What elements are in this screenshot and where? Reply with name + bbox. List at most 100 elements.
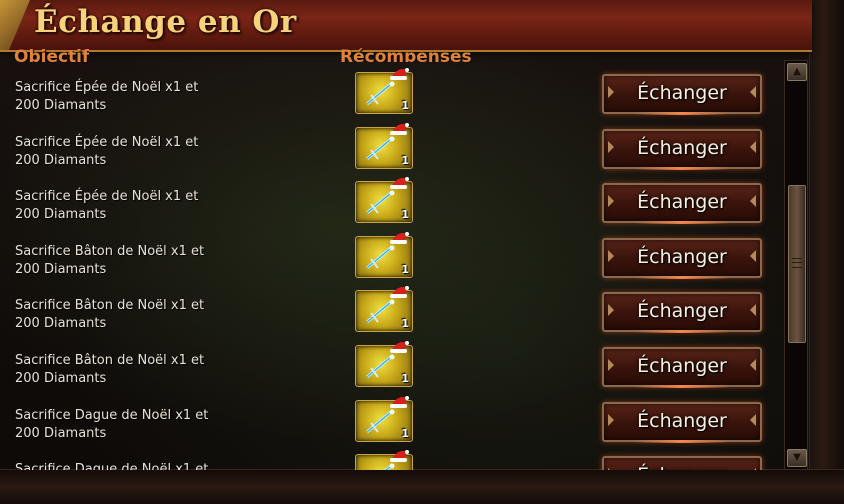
objective-text: Sacrifice Épée de Noël x1 et 200 Diamant…: [15, 79, 315, 115]
exchange-button-label: Échanger: [637, 300, 727, 323]
column-header-rewards: Récompenses: [340, 47, 472, 62]
reward-slot[interactable]: 1: [355, 122, 413, 169]
button-right-arrow-icon: [750, 249, 756, 262]
reward-slot[interactable]: 1: [355, 450, 413, 470]
window-title: Échange en Or: [34, 4, 297, 40]
column-header-objective: Objectif: [14, 47, 90, 62]
christmas-hat-icon: [390, 177, 409, 190]
christmas-hat-icon: [390, 68, 409, 80]
objective-line1: Sacrifice Bâton de Noël x1 et: [15, 298, 205, 314]
exchange-button[interactable]: Échanger: [602, 456, 762, 470]
exchange-button[interactable]: Échanger: [602, 292, 762, 334]
objective-line2: 200 Diamants: [15, 98, 107, 113]
objective-line1: Sacrifice Dague de Noël x1 et: [15, 407, 209, 423]
button-left-arrow-icon: [608, 359, 614, 371]
button-left-arrow-icon: [608, 413, 614, 426]
window-bottom-border: [0, 469, 844, 504]
objective-text: Sacrifice Épée de Noël x1 et 200 Diamant…: [15, 134, 315, 170]
christmas-hat-icon: [390, 395, 409, 408]
christmas-hat-icon: [390, 341, 409, 353]
christmas-hat-icon: [390, 286, 409, 299]
scroll-up-arrow-icon[interactable]: ▲: [787, 63, 807, 81]
reward-slot[interactable]: 1: [355, 395, 413, 442]
objective-line2: 200 Diamants: [15, 207, 107, 223]
scrollbar[interactable]: ▲ ▼: [784, 60, 808, 470]
button-glow: [634, 221, 730, 225]
reward-slot[interactable]: 1: [355, 68, 413, 114]
exchange-button-label: Échanger: [637, 136, 727, 159]
button-right-arrow-icon: [750, 195, 756, 208]
scroll-down-arrow-icon[interactable]: ▼: [787, 449, 807, 467]
exchange-row: Sacrifice Épée de Noël x1 et 200 Diamant…: [0, 175, 780, 230]
title-ornament: [0, 0, 30, 50]
reward-slot[interactable]: 1: [355, 286, 413, 333]
objective-text: Sacrifice Épée de Noël x1 et 200 Diamant…: [15, 188, 315, 224]
christmas-weapon-icon: [366, 81, 395, 106]
objective-line1: Sacrifice Dague de Noël x1 et: [15, 462, 209, 470]
button-glow: [634, 112, 730, 115]
exchange-button[interactable]: Échanger: [602, 237, 762, 279]
button-left-arrow-icon: [608, 304, 614, 317]
button-glow: [634, 166, 730, 170]
objective-text: Sacrifice Bâton de Noël x1 et 200 Diaman…: [15, 352, 315, 388]
exchange-button-label: Échanger: [637, 409, 727, 432]
objective-line1: Sacrifice Bâton de Noël x1 et: [15, 353, 205, 368]
button-left-arrow-icon: [608, 468, 614, 470]
button-glow: [634, 385, 730, 388]
objective-text: Sacrifice Bâton de Noël x1 et 200 Diaman…: [15, 297, 315, 333]
christmas-weapon-icon: [366, 245, 395, 269]
exchange-row: Sacrifice Dague de Noël x1 et 200 Diaman…: [0, 448, 780, 470]
button-glow: [634, 439, 730, 443]
exchange-button[interactable]: Échanger: [602, 347, 762, 388]
objective-line2: 200 Diamants: [15, 316, 107, 332]
objective-line1: Sacrifice Bâton de Noël x1 et: [15, 243, 205, 259]
scrollbar-thumb[interactable]: [788, 185, 806, 343]
objective-line1: Sacrifice Épée de Noël x1 et: [15, 134, 199, 150]
reward-quantity: 1: [401, 372, 409, 385]
objective-line2: 200 Diamants: [15, 152, 107, 168]
reward-quantity: 1: [401, 317, 409, 331]
objective-line2: 200 Diamants: [15, 371, 107, 386]
christmas-weapon-icon: [366, 190, 395, 215]
reward-quantity: 1: [401, 208, 409, 222]
exchange-button[interactable]: Échanger: [602, 128, 762, 170]
exchange-button-label: Échanger: [637, 245, 727, 268]
button-right-arrow-icon: [750, 468, 756, 470]
exchange-row: Sacrifice Bâton de Noël x1 et 200 Diaman…: [0, 339, 780, 394]
exchange-row: Sacrifice Épée de Noël x1 et 200 Diamant…: [0, 66, 780, 121]
exchange-button[interactable]: Échanger: [602, 401, 762, 443]
reward-slot[interactable]: 1: [355, 177, 413, 224]
exchange-button[interactable]: Échanger: [602, 74, 762, 115]
exchange-button-label: Échanger: [637, 464, 727, 470]
objective-line1: Sacrifice Épée de Noël x1 et: [15, 80, 199, 95]
christmas-hat-icon: [390, 231, 409, 244]
button-glow: [634, 330, 730, 334]
objective-line2: 200 Diamants: [15, 261, 107, 277]
exchange-list: Sacrifice Épée de Noël x1 et 200 Diamant…: [0, 66, 780, 470]
reward-quantity: 1: [401, 426, 409, 440]
exchange-row: Sacrifice Épée de Noël x1 et 200 Diamant…: [0, 121, 780, 176]
christmas-weapon-icon: [366, 136, 395, 160]
button-left-arrow-icon: [608, 195, 614, 208]
exchange-row: Sacrifice Bâton de Noël x1 et 200 Diaman…: [0, 230, 780, 285]
christmas-weapon-icon: [366, 354, 395, 379]
objective-text: Sacrifice Bâton de Noël x1 et 200 Diaman…: [15, 243, 315, 279]
christmas-hat-icon: [390, 450, 409, 463]
reward-slot[interactable]: 1: [355, 341, 413, 387]
christmas-weapon-icon: [366, 299, 395, 324]
objective-line1: Sacrifice Épée de Noël x1 et: [15, 189, 199, 205]
reward-quantity: 1: [401, 153, 409, 167]
button-left-arrow-icon: [608, 86, 614, 98]
button-right-arrow-icon: [750, 413, 756, 426]
button-left-arrow-icon: [608, 249, 614, 262]
exchange-button-label: Échanger: [637, 355, 727, 377]
exchange-button-label: Échanger: [637, 191, 727, 214]
objective-text: Sacrifice Dague de Noël x1 et 200 Diaman…: [15, 461, 315, 470]
button-right-arrow-icon: [750, 304, 756, 317]
reward-slot[interactable]: 1: [355, 231, 413, 278]
button-right-arrow-icon: [750, 140, 756, 153]
exchange-button[interactable]: Échanger: [602, 183, 762, 225]
reward-quantity: 1: [401, 99, 409, 112]
reward-quantity: 1: [401, 262, 409, 276]
button-right-arrow-icon: [750, 359, 756, 371]
